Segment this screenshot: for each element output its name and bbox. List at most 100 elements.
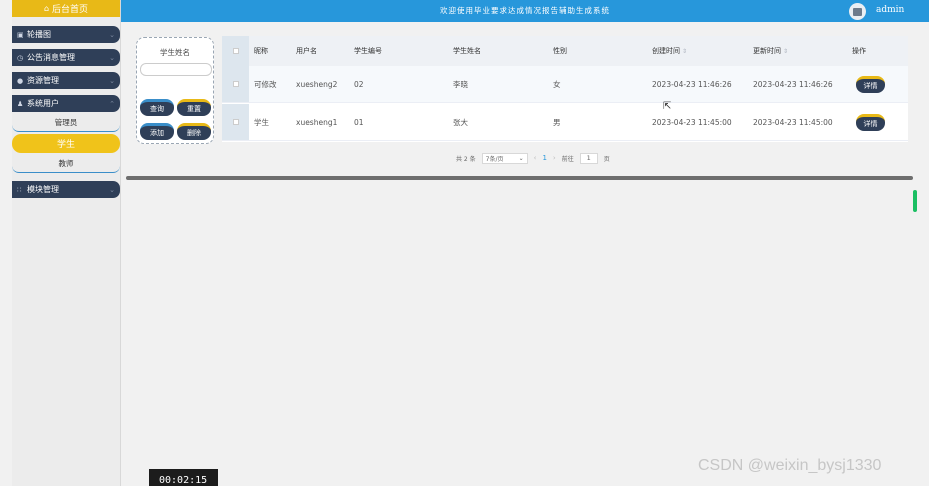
header-updated[interactable]: 更新时间 ⇕ (747, 46, 846, 56)
sidebar-item-label: 轮播图 (27, 30, 51, 39)
row-checkbox[interactable] (232, 119, 239, 125)
sort-icon[interactable]: ⇕ (682, 48, 687, 55)
user-icon: ♟ (17, 99, 24, 108)
main-content: 学生姓名 查询 重置 添加 删除 昵称 用户名 学生编号 学生姓名 性别 创建时… (121, 22, 918, 486)
avatar-icon (853, 7, 862, 16)
header-actions: 操作 (852, 47, 866, 55)
avatar[interactable] (849, 3, 866, 20)
chevron-down-icon: ⌄ (109, 185, 115, 194)
top-bar: 欢迎使用毕业要求达成情况报告辅助生成系统 admin (121, 0, 929, 22)
chevron-down-icon: ⌄ (109, 53, 115, 62)
header-gender: 性别 (553, 47, 567, 55)
cell-created: 2023-04-23 11:46:26 (652, 79, 732, 89)
location-icon: ● (17, 76, 24, 85)
cell-student-name: 张大 (453, 117, 468, 127)
row-select-cell (222, 104, 249, 140)
detail-button[interactable]: 详情 (856, 75, 885, 93)
sidebar-item-modules[interactable]: ∷ 模块管理 ⌄ (12, 181, 120, 198)
page-size-select[interactable]: 7条/页 ⌄ (481, 152, 528, 164)
sidebar-item-label: 资源管理 (27, 76, 59, 85)
add-button[interactable]: 添加 (140, 123, 174, 140)
goto-prefix: 前往 (561, 155, 574, 163)
sidebar-menu: ▣ 轮播图 ⌄ ◷ 公告消息管理 ⌄ ● 资源管理 ⌄ ♟ 系统用户 ⌃ 管理员 (12, 26, 120, 198)
app-root: ⌂ 后台首页 ▣ 轮播图 ⌄ ◷ 公告消息管理 ⌄ ● 资源管理 ⌄ ♟ 系统用… (0, 0, 929, 486)
sidebar-subitem-label: 管理员 (54, 118, 78, 127)
sidebar: ⌂ 后台首页 ▣ 轮播图 ⌄ ◷ 公告消息管理 ⌄ ● 资源管理 ⌄ ♟ 系统用… (12, 0, 121, 486)
row-select-cell (222, 66, 249, 102)
header-student-no: 学生编号 (354, 47, 382, 55)
reset-button[interactable]: 重置 (177, 99, 211, 116)
header-created-label: 创建时间 (652, 47, 680, 55)
cell-actions: 详情 (846, 113, 906, 131)
mouse-cursor-icon: ⇱ (663, 101, 672, 112)
table-row[interactable]: 学生 xuesheng1 01 张大 男 2023-04-23 11:45:00… (222, 104, 908, 141)
sidebar-item-label: 系统用户 (27, 99, 59, 108)
sidebar-item-system-users[interactable]: ♟ 系统用户 ⌃ (12, 95, 120, 112)
sidebar-subitem-label: 教师 (58, 159, 74, 168)
select-all-checkbox[interactable] (232, 48, 239, 54)
sidebar-subitem-label: 学生 (56, 140, 75, 150)
cell-nickname: 可修改 (254, 79, 277, 89)
cell-username: xuesheng1 (296, 117, 338, 127)
next-page-button[interactable]: › (553, 154, 556, 162)
search-panel: 学生姓名 查询 重置 添加 删除 (136, 37, 214, 144)
chevron-up-icon: ⌃ (109, 99, 115, 108)
home-label: 后台首页 (52, 5, 89, 15)
prev-page-button[interactable]: ‹ (534, 154, 537, 162)
sidebar-item-label: 公告消息管理 (27, 53, 75, 62)
cell-gender: 女 (553, 79, 561, 89)
student-table: 昵称 用户名 学生编号 学生姓名 性别 创建时间 ⇕ 更新时间 ⇕ 操作 可修改 x… (222, 36, 908, 142)
sidebar-item-label: 模块管理 (27, 185, 59, 194)
table-row[interactable]: 可修改 xuesheng2 02 李晓 女 2023-04-23 11:46:2… (222, 66, 908, 103)
pagination: 共 2 条 7条/页 ⌄ ‹ 1 › 前往 1 页 (456, 152, 610, 164)
time-overlay: 00:02:15 (149, 469, 218, 486)
system-title: 欢迎使用毕业要求达成情况报告辅助生成系统 (440, 6, 610, 15)
sidebar-subitem-admins[interactable]: 管理员 (12, 114, 120, 132)
current-page[interactable]: 1 (542, 154, 546, 162)
query-button[interactable]: 查询 (140, 99, 174, 116)
username-label[interactable]: admin (876, 5, 904, 15)
header-created[interactable]: 创建时间 ⇕ (646, 46, 747, 56)
home-link[interactable]: ⌂ 后台首页 (12, 0, 120, 17)
watermark: CSDN @weixin_bysj1330 (698, 457, 882, 474)
cell-student-no: 01 (354, 117, 364, 127)
header-updated-label: 更新时间 (753, 47, 781, 55)
page-size-value: 7条/页 (485, 155, 504, 163)
horizontal-scrollbar[interactable] (126, 176, 913, 180)
cell-nickname: 学生 (254, 117, 269, 127)
side-handle[interactable] (913, 190, 917, 212)
sort-icon[interactable]: ⇕ (783, 48, 788, 55)
delete-button[interactable]: 删除 (177, 123, 211, 140)
row-checkbox[interactable] (232, 81, 239, 87)
goto-page-input[interactable]: 1 (579, 152, 598, 164)
sidebar-subitem-teachers[interactable]: 教师 (12, 155, 120, 173)
header-nickname: 昵称 (254, 47, 268, 55)
pager-total: 共 2 条 (456, 155, 476, 163)
cell-student-no: 02 (354, 79, 364, 89)
cell-username: xuesheng2 (296, 79, 338, 89)
select-all-cell (222, 36, 249, 66)
search-label: 学生姓名 (160, 48, 190, 57)
detail-button[interactable]: 详情 (856, 113, 885, 131)
cell-updated: 2023-04-23 11:46:26 (753, 79, 833, 89)
home-icon: ⌂ (43, 4, 50, 13)
cell-updated: 2023-04-23 11:45:00 (753, 117, 833, 127)
grid-icon: ∷ (17, 185, 22, 194)
image-icon: ▣ (17, 30, 24, 39)
sidebar-item-carousel[interactable]: ▣ 轮播图 ⌄ (12, 26, 120, 43)
goto-suffix: 页 (603, 155, 610, 163)
sidebar-subitem-students[interactable]: 学生 (12, 134, 120, 153)
table-header: 昵称 用户名 学生编号 学生姓名 性别 创建时间 ⇕ 更新时间 ⇕ 操作 (222, 36, 908, 66)
student-name-input[interactable] (140, 63, 212, 76)
cell-gender: 男 (553, 117, 561, 127)
cell-created: 2023-04-23 11:45:00 (652, 117, 732, 127)
cell-student-name: 李晓 (453, 79, 468, 89)
chevron-down-icon: ⌄ (518, 154, 524, 162)
header-student-name: 学生姓名 (453, 47, 481, 55)
sidebar-item-resources[interactable]: ● 资源管理 ⌄ (12, 72, 120, 89)
cell-actions: 详情 (846, 75, 906, 93)
chevron-down-icon: ⌄ (109, 76, 115, 85)
clock-icon: ◷ (17, 53, 24, 62)
header-username: 用户名 (296, 47, 317, 55)
sidebar-item-announcements[interactable]: ◷ 公告消息管理 ⌄ (12, 49, 120, 66)
